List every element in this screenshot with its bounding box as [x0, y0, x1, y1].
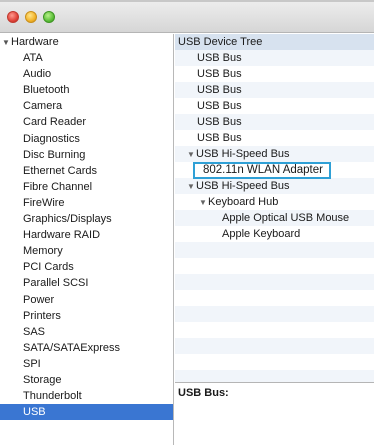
sidebar-item-card-reader[interactable]: Card Reader [0, 114, 173, 130]
sidebar-item-hardware-raid[interactable]: Hardware RAID [0, 227, 173, 243]
details-label: USB Bus: [178, 387, 229, 399]
tree-column-header[interactable]: USB Device Tree [175, 34, 374, 50]
sidebar-item-storage[interactable]: Storage [0, 372, 173, 388]
sidebar-item-label: Thunderbolt [23, 390, 82, 403]
tree-row-empty [175, 370, 374, 382]
sidebar-item-label: FireWire [23, 196, 65, 209]
tree-row-empty [175, 306, 374, 322]
sidebar-item-spi[interactable]: SPI [0, 356, 173, 372]
tree-row-label: 802.11n WLAN Adapter [193, 162, 331, 179]
tree-row-empty [175, 290, 374, 306]
sidebar-item-audio[interactable]: Audio [0, 66, 173, 82]
sidebar-section-hardware[interactable]: ▼Hardware [0, 34, 173, 50]
zoom-button[interactable] [43, 11, 55, 23]
tree-row[interactable]: USB Bus [175, 66, 374, 82]
sidebar-item-disc-burning[interactable]: Disc Burning [0, 147, 173, 163]
sidebar-item-label: Fibre Channel [23, 180, 93, 193]
tree-row-label: USB Bus [197, 68, 242, 80]
sidebar: ▼Hardware ATA Audio Bluetooth Camera Car… [0, 34, 174, 445]
tree-row-label: USB Bus [197, 116, 242, 128]
sidebar-item-label: Hardware RAID [23, 229, 101, 242]
tree-row-empty [175, 242, 374, 258]
sidebar-item-label: Disc Burning [23, 148, 86, 161]
tree-row-empty [175, 354, 374, 370]
tree-row[interactable]: ▼USB Hi-Speed Bus [175, 146, 374, 162]
tree-row[interactable]: ▼Keyboard Hub [175, 194, 374, 210]
sidebar-item-label: Memory [23, 245, 63, 258]
minimize-button[interactable] [25, 11, 37, 23]
sidebar-item-label: PCI Cards [23, 261, 74, 274]
sidebar-item-label: Power [23, 293, 55, 306]
sidebar-item-firewire[interactable]: FireWire [0, 195, 173, 211]
tree-row-empty [175, 338, 374, 354]
disclosure-triangle-icon[interactable]: ▼ [187, 147, 196, 163]
tree-row[interactable]: USB Bus [175, 50, 374, 66]
tree-row-label: USB Hi-Speed Bus [196, 148, 290, 160]
tree-header-label: USB Device Tree [178, 36, 263, 48]
sidebar-item-label: SAS [23, 325, 46, 338]
usb-device-tree: USB Device Tree USB Bus USB Bus USB Bus … [175, 34, 374, 382]
tree-row[interactable]: USB Bus [175, 82, 374, 98]
sidebar-item-label: Storage [23, 373, 62, 386]
sidebar-item-thunderbolt[interactable]: Thunderbolt [0, 388, 173, 404]
details-pane: USB Bus: [175, 383, 374, 445]
sidebar-item-bluetooth[interactable]: Bluetooth [0, 82, 173, 98]
sidebar-item-label: Printers [23, 309, 61, 322]
sidebar-item-fibre-channel[interactable]: Fibre Channel [0, 179, 173, 195]
sidebar-item-camera[interactable]: Camera [0, 98, 173, 114]
sidebar-item-label: SATA/SATAExpress [23, 341, 120, 354]
title-bar-strip [0, 0, 374, 2]
tree-row-label: USB Bus [197, 100, 242, 112]
sidebar-item-ata[interactable]: ATA [0, 50, 173, 66]
sidebar-item-label: Audio [23, 68, 52, 81]
tree-row-label: Apple Optical USB Mouse [222, 212, 350, 224]
sidebar-item-label: Graphics/Displays [23, 213, 112, 226]
tree-row[interactable]: USB Bus [175, 114, 374, 130]
tree-row-label: USB Bus [197, 132, 242, 144]
sidebar-item-printers[interactable]: Printers [0, 308, 173, 324]
sidebar-item-label: Ethernet Cards [23, 164, 97, 177]
sidebar-item-sata-express[interactable]: SATA/SATAExpress [0, 340, 173, 356]
tree-row[interactable]: Apple Keyboard [175, 226, 374, 242]
tree-row-label: USB Bus [197, 84, 242, 96]
sidebar-item-memory[interactable]: Memory [0, 243, 173, 259]
tree-row-empty [175, 274, 374, 290]
sidebar-item-label: SPI [23, 357, 41, 370]
disclosure-triangle-icon[interactable]: ▼ [2, 35, 11, 51]
sidebar-item-ethernet-cards[interactable]: Ethernet Cards [0, 163, 173, 179]
sidebar-item-pci-cards[interactable]: PCI Cards [0, 259, 173, 275]
sidebar-item-label: Bluetooth [23, 84, 70, 97]
sidebar-item-label: Diagnostics [23, 132, 80, 145]
title-bar [0, 0, 374, 33]
tree-row-empty [175, 322, 374, 338]
disclosure-triangle-icon[interactable]: ▼ [187, 179, 196, 195]
sidebar-item-sas[interactable]: SAS [0, 324, 173, 340]
sidebar-item-diagnostics[interactable]: Diagnostics [0, 131, 173, 147]
tree-row-highlighted[interactable]: 802.11n WLAN Adapter [175, 162, 374, 179]
tree-row[interactable]: Apple Optical USB Mouse [175, 210, 374, 226]
close-button[interactable] [7, 11, 19, 23]
sidebar-item-power[interactable]: Power [0, 292, 173, 308]
sidebar-item-graphics-displays[interactable]: Graphics/Displays [0, 211, 173, 227]
tree-row-label: Apple Keyboard [222, 228, 301, 240]
tree-row-label: USB Hi-Speed Bus [196, 180, 290, 192]
disclosure-triangle-icon[interactable]: ▼ [199, 195, 208, 211]
tree-row[interactable]: USB Bus [175, 98, 374, 114]
sidebar-item-parallel-scsi[interactable]: Parallel SCSI [0, 275, 173, 291]
tree-row-label: USB Bus [197, 52, 242, 64]
sidebar-item-usb[interactable]: USB [0, 404, 173, 421]
sidebar-section-label: Hardware [11, 36, 59, 48]
tree-row-label: Keyboard Hub [208, 196, 279, 208]
tree-row[interactable]: USB Bus [175, 130, 374, 146]
tree-row[interactable]: ▼USB Hi-Speed Bus [175, 178, 374, 194]
sidebar-item-label: ATA [23, 52, 43, 65]
sidebar-item-label: Parallel SCSI [23, 277, 89, 290]
tree-row-empty [175, 258, 374, 274]
sidebar-item-label: Card Reader [23, 116, 86, 129]
sidebar-item-label: Camera [23, 100, 63, 113]
sidebar-item-label: USB [23, 406, 46, 419]
